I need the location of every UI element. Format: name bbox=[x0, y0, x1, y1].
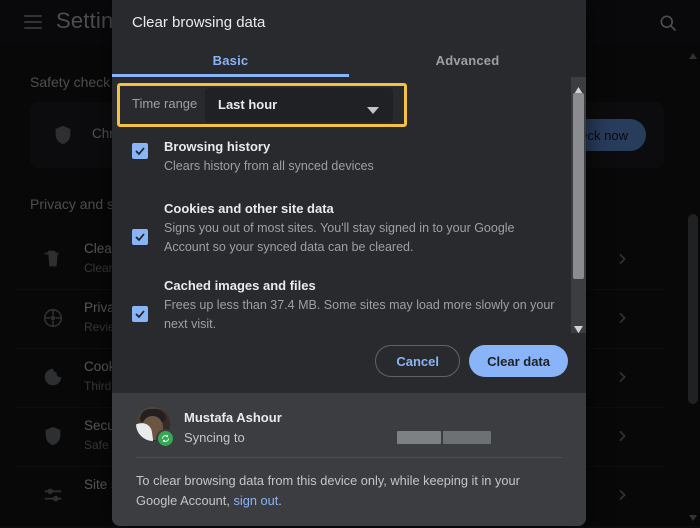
time-range-dropdown[interactable]: Last hour bbox=[205, 88, 393, 122]
time-range-label: Time range bbox=[132, 96, 198, 111]
time-range-value: Last hour bbox=[218, 97, 278, 112]
dialog-scrollbar[interactable] bbox=[571, 77, 586, 333]
clear-browsing-data-dialog: Clear browsing data Basic Advanced Time … bbox=[112, 0, 586, 526]
account-name: Mustafa Ashour bbox=[184, 410, 282, 425]
checkbox-cached-images-and-files[interactable] bbox=[132, 306, 148, 322]
cancel-button[interactable]: Cancel bbox=[375, 345, 460, 377]
sync-icon bbox=[156, 429, 175, 448]
option-description: Signs you out of most sites. You'll stay… bbox=[164, 221, 515, 254]
footer-divider bbox=[136, 457, 562, 458]
dialog-account-footer: Mustafa Ashour Syncing to To clear brows… bbox=[112, 393, 586, 526]
footer-note: To clear browsing data from this device … bbox=[136, 471, 556, 511]
clear-data-button[interactable]: Clear data bbox=[469, 345, 568, 377]
tab-basic[interactable]: Basic bbox=[112, 44, 349, 76]
scroll-up-arrow-icon[interactable] bbox=[574, 81, 583, 94]
dialog-tabs: Basic Advanced bbox=[112, 44, 586, 76]
redacted-account-email-part-1 bbox=[397, 431, 441, 444]
sync-status-label: Syncing to bbox=[184, 430, 245, 445]
dialog-action-bar: Cancel Clear data bbox=[112, 333, 586, 393]
dialog-scrollbar-thumb[interactable] bbox=[573, 93, 584, 279]
dialog-title: Clear browsing data bbox=[132, 14, 266, 31]
checkbox-browsing-history[interactable] bbox=[132, 143, 148, 159]
footer-note-suffix: . bbox=[278, 493, 282, 508]
footer-note-text: To clear browsing data from this device … bbox=[136, 473, 520, 508]
option-title: Browsing history bbox=[164, 139, 271, 154]
option-title: Cookies and other site data bbox=[164, 201, 334, 216]
tab-advanced[interactable]: Advanced bbox=[349, 44, 586, 76]
sign-out-link[interactable]: sign out bbox=[233, 493, 278, 508]
option-title: Cached images and files bbox=[164, 278, 316, 293]
dialog-scroll-body: Time range Last hour Browsing history Cl… bbox=[112, 77, 586, 333]
chevron-down-icon bbox=[367, 101, 379, 114]
redacted-account-email-part-2 bbox=[443, 431, 491, 444]
option-description: Clears history from all synced devices bbox=[164, 159, 374, 173]
checkbox-cookies-and-site-data[interactable] bbox=[132, 229, 148, 245]
option-description: Frees up less than 37.4 MB. Some sites m… bbox=[164, 298, 555, 331]
scroll-down-arrow-icon[interactable] bbox=[574, 320, 583, 333]
